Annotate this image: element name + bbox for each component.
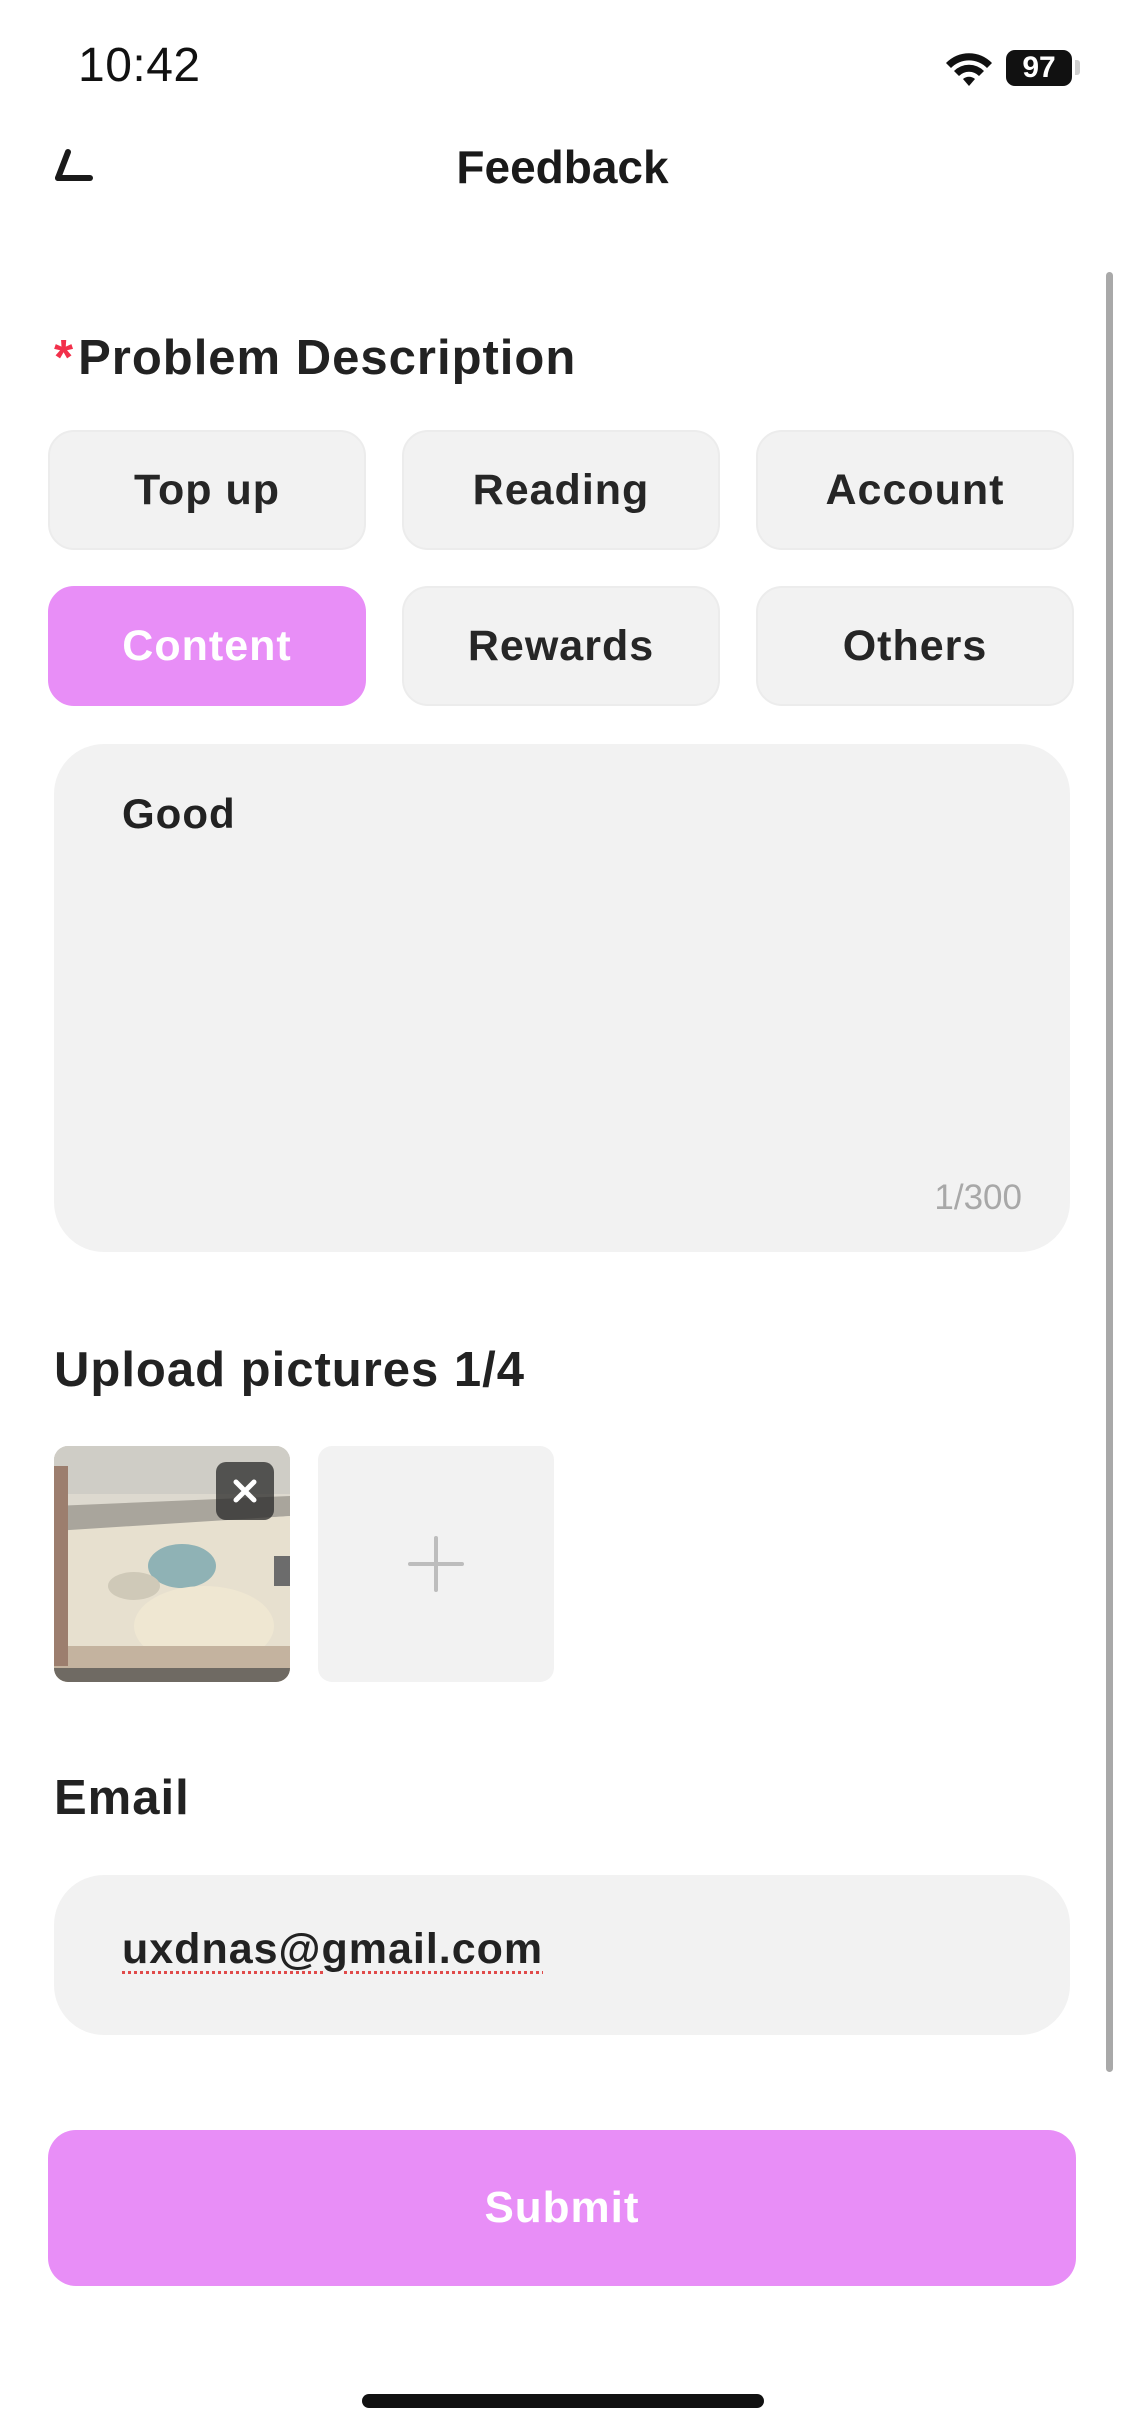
upload-pictures-heading: Upload pictures 1/4 bbox=[54, 1343, 526, 1397]
category-chip-top-up[interactable]: Top up bbox=[48, 430, 366, 550]
home-indicator[interactable] bbox=[362, 2394, 764, 2408]
problem-description-label: Problem Description bbox=[78, 331, 577, 385]
status-time: 10:42 bbox=[78, 39, 201, 92]
submit-button[interactable]: Submit bbox=[48, 2130, 1076, 2286]
description-textarea[interactable]: Good 1/300 bbox=[54, 744, 1070, 1252]
category-chip-content[interactable]: Content bbox=[48, 586, 366, 706]
category-chip-rewards[interactable]: Rewards bbox=[402, 586, 720, 706]
category-chip-account[interactable]: Account bbox=[756, 430, 1074, 550]
page-title: Feedback bbox=[456, 141, 669, 193]
character-counter: 1/300 bbox=[934, 1178, 1022, 1217]
battery-cap bbox=[1075, 60, 1080, 75]
close-icon[interactable] bbox=[216, 1462, 274, 1520]
add-picture-button[interactable] bbox=[318, 1446, 554, 1682]
email-heading: Email bbox=[54, 1771, 190, 1825]
plus-icon bbox=[408, 1536, 464, 1592]
problem-description-heading: *Problem Description bbox=[54, 330, 576, 386]
email-field[interactable]: uxdnas@gmail.com bbox=[54, 1875, 1070, 2035]
category-chip-others[interactable]: Others bbox=[756, 586, 1074, 706]
required-marker: * bbox=[54, 331, 75, 385]
email-value: uxdnas@gmail.com bbox=[122, 1925, 544, 1973]
description-text: Good bbox=[122, 790, 236, 837]
scrollbar[interactable] bbox=[1106, 272, 1113, 2072]
wifi-icon bbox=[946, 53, 992, 86]
category-chip-reading[interactable]: Reading bbox=[402, 430, 720, 550]
battery-level: 97 bbox=[1006, 50, 1072, 86]
uploaded-picture-thumbnail[interactable] bbox=[54, 1446, 290, 1682]
